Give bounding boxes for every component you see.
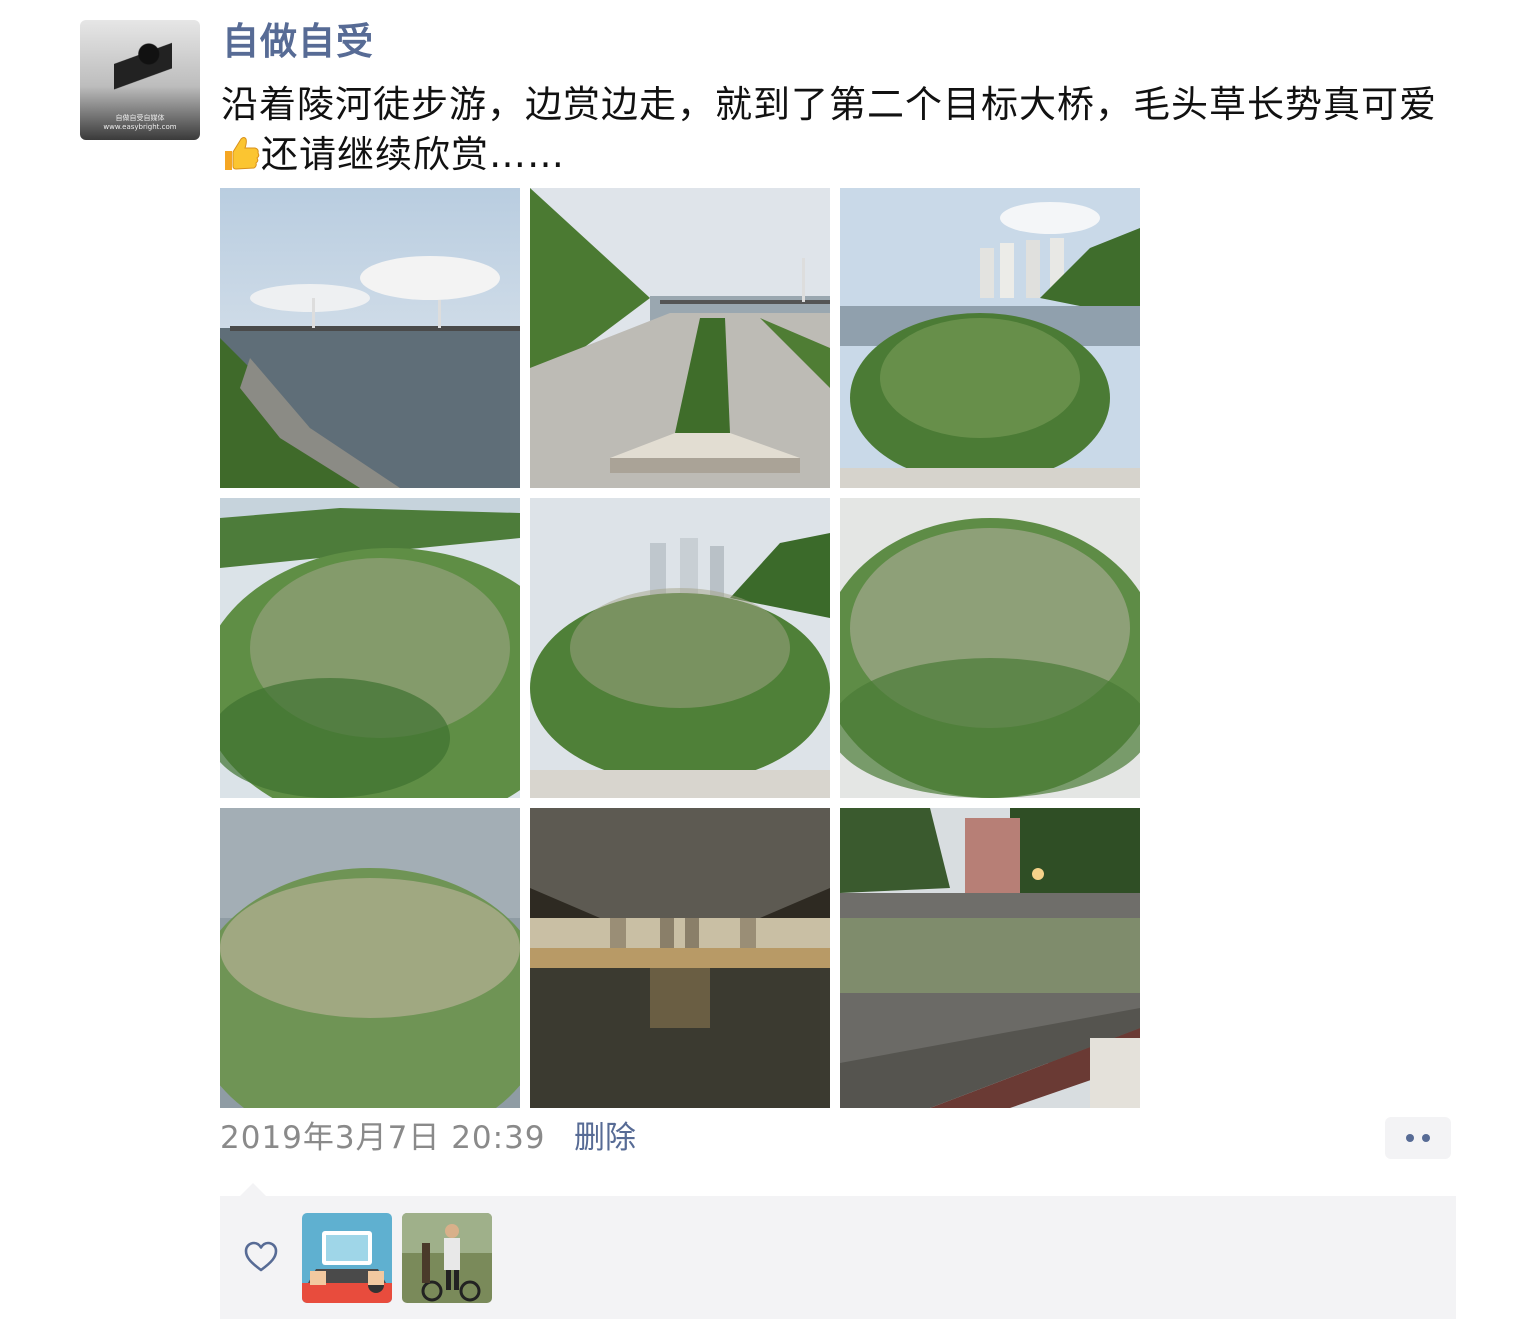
terrace-wall-photo[interactable] [840,808,1140,1108]
riverside-walkway-photo[interactable] [530,188,830,488]
more-dot-icon [1406,1134,1414,1142]
photo-grid [220,188,1140,1108]
likes-panel-arrow [240,1183,266,1196]
heart-icon [244,1241,278,1272]
more-dot-icon [1422,1134,1430,1142]
grass-plumes-photo[interactable] [840,498,1140,798]
more-options-button[interactable] [1385,1117,1451,1159]
grass-over-water-photo[interactable] [220,808,520,1108]
like-user-avatar[interactable] [402,1213,492,1303]
post-text: 沿着陵河徒步游，边赏边走，就到了第二个目标大桥，毛头草长势真可爱还请继续欣赏…… [221,80,1461,180]
grass-closeup-photo[interactable] [220,498,520,798]
post-timestamp: 2019年3月7日 20:39 [220,1120,546,1156]
post-text-tail: 还请继续欣赏…… [261,133,565,176]
delete-button[interactable]: 删除 [574,1116,636,1160]
author-name[interactable]: 自做自受 [222,18,374,66]
thumbs-up-icon [221,130,261,180]
avatar-watermark: 自做自受自媒体 www.easybright.com [103,114,177,131]
moments-post: 自做自受自媒体 www.easybright.com 自做自受 沿着陵河徒步游，… [0,0,1536,1319]
post-text-main: 沿着陵河徒步游，边赏边走，就到了第二个目标大桥，毛头草长势真可爱 [221,83,1437,126]
river-bridge-photo[interactable] [220,188,520,488]
grass-clump-city-photo[interactable] [530,498,830,798]
author-avatar[interactable]: 自做自受自媒体 www.easybright.com [80,20,200,140]
avatar-figure [114,38,172,102]
likes-panel [220,1196,1456,1319]
like-user-avatar[interactable] [302,1213,392,1303]
under-bridge-photo[interactable] [530,808,830,1108]
grass-clump-towers-photo[interactable] [840,188,1140,488]
